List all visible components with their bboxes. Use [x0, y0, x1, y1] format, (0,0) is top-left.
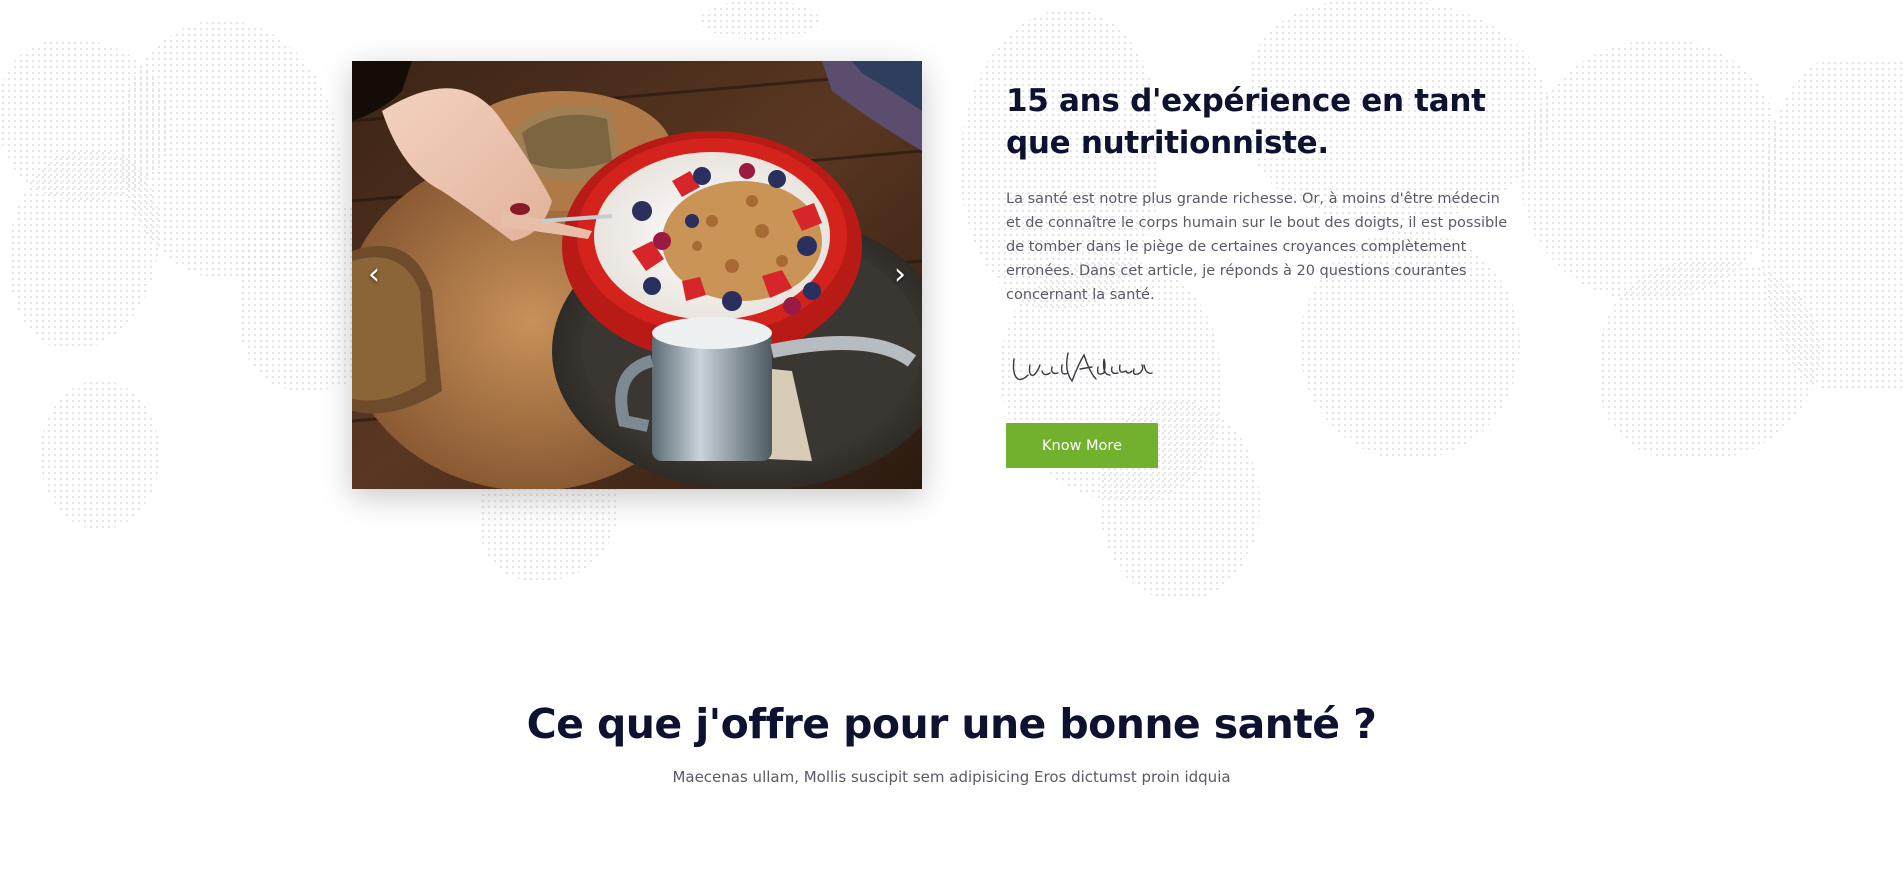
page: ‹ › 15 ans d'expérience en tant que nutr…: [0, 0, 1903, 873]
image-carousel[interactable]: ‹ ›: [352, 61, 922, 489]
breakfast-photo: [352, 61, 922, 489]
about-title: 15 ans d'expérience en tant que nutritio…: [1006, 83, 1486, 161]
signature-image: [1006, 345, 1166, 389]
chevron-right-icon[interactable]: ›: [886, 257, 914, 293]
about-section: 15 ans d'expérience en tant que nutritio…: [1006, 80, 1526, 468]
services-subtitle: Maecenas ullam, Mollis suscipit sem adip…: [672, 768, 1231, 786]
world-map-background: [0, 0, 1903, 600]
chevron-left-icon[interactable]: ‹: [360, 257, 388, 293]
services-section: Ce que j'offre pour une bonne santé ? Ma…: [0, 696, 1903, 788]
services-title: Ce que j'offre pour une bonne santé ?: [526, 700, 1377, 748]
about-description: La santé est notre plus grande richesse.…: [1006, 191, 1508, 303]
know-more-button[interactable]: Know More: [1006, 423, 1158, 468]
